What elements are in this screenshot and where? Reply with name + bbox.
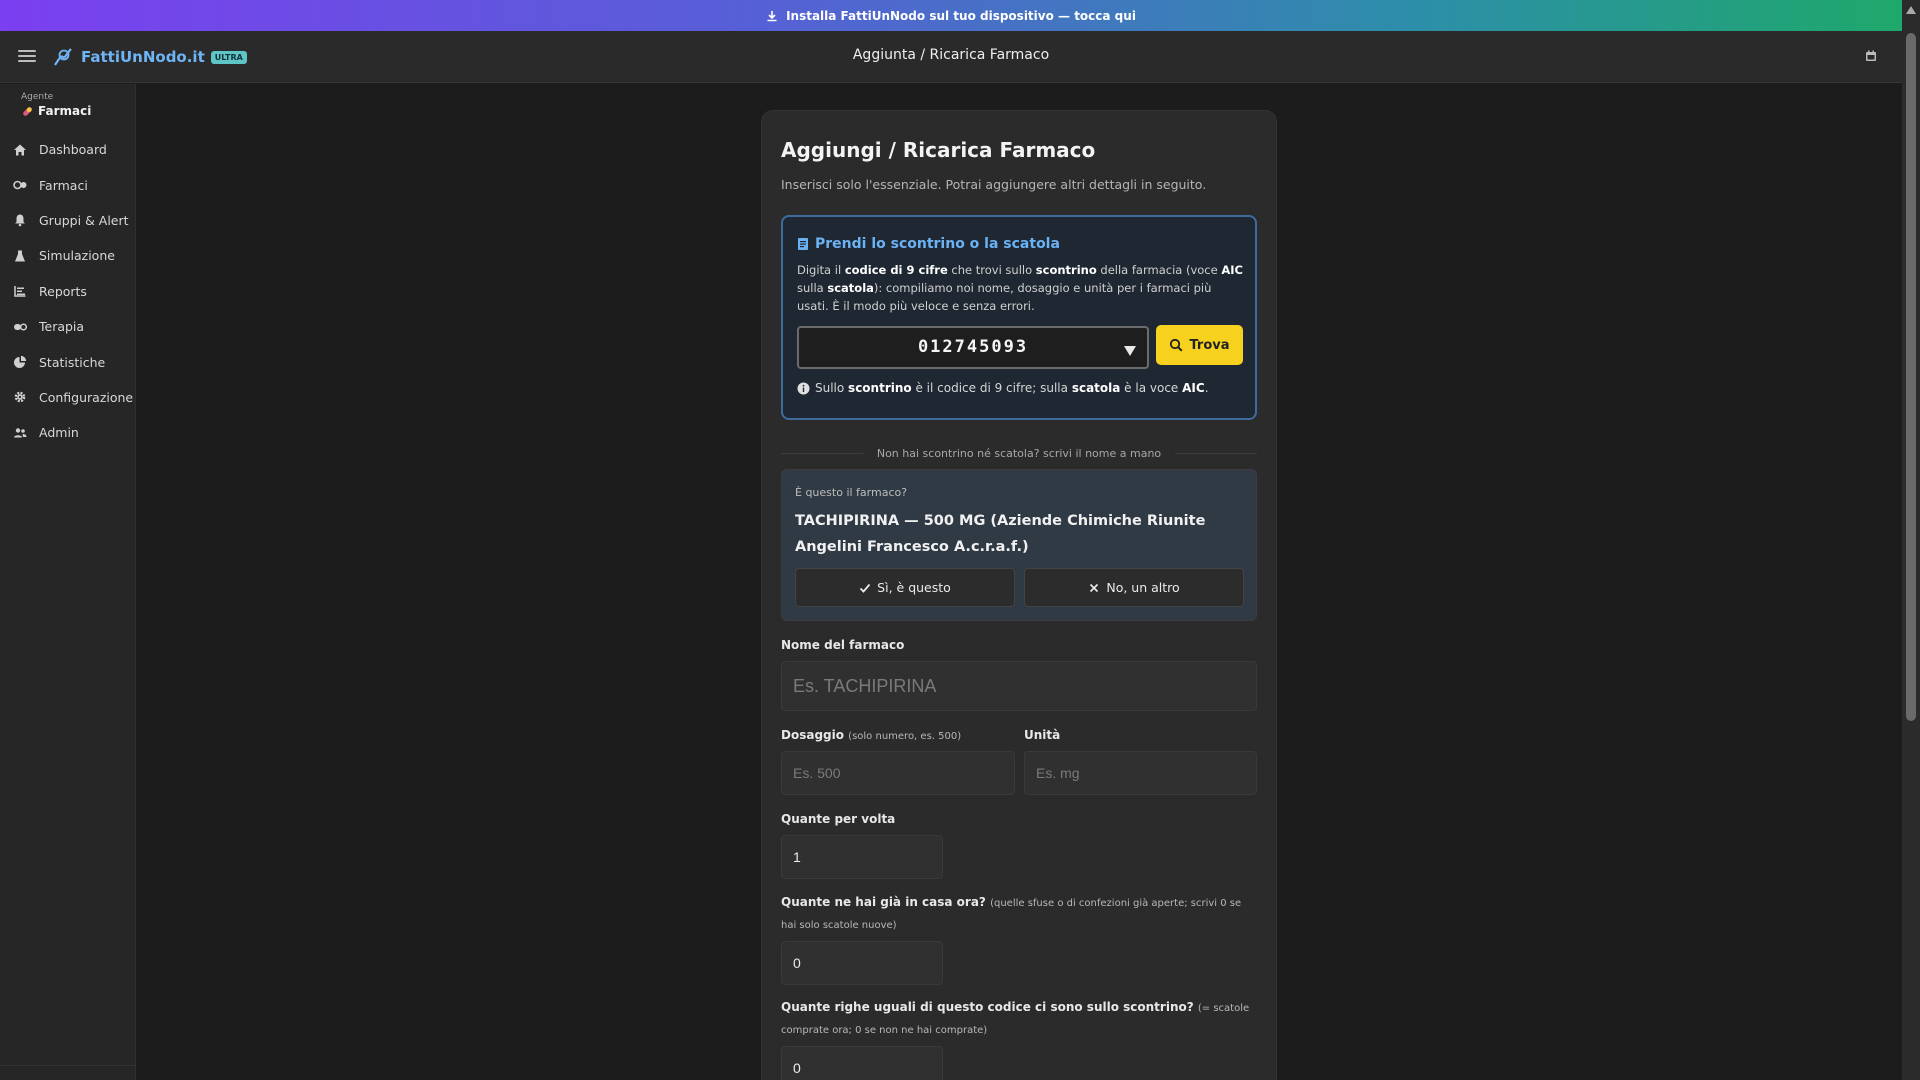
confirm-no-label: No, un altro [1106, 580, 1180, 595]
sidebar-item-farmaci[interactable]: Farmaci [0, 167, 135, 202]
receipt-box-description: Digita il codice di 9 cifre che trovi su… [797, 263, 1243, 313]
agent-value: Farmaci [21, 104, 135, 118]
sidebar-item-label: Configurazione [39, 389, 134, 405]
receipt-lines-input[interactable] [781, 1046, 943, 1080]
sidebar-item-admin[interactable]: Admin [0, 415, 135, 450]
close-icon [1090, 583, 1099, 592]
code-input-value: 012745093 [917, 337, 1029, 357]
top-bar: FattiUnNodo.it ULTRA Aggiunta / Ricarica… [0, 31, 1902, 83]
code-hint: Sullo scontrino è il codice di 9 cifre; … [797, 381, 1209, 395]
sidebar-item-label: Farmaci [39, 177, 88, 193]
page-title: Aggiunta / Ricarica Farmaco [852, 47, 1050, 63]
agent-value-text: Farmaci [38, 104, 92, 118]
receipt-box-title-text: Prendi lo scontrino o la scatola [815, 236, 1060, 252]
receipt-code-box: Prendi lo scontrino o la scatola Digita … [781, 215, 1257, 420]
detected-medicine-name: TACHIPIRINA — 500 MG (Aziende Chimiche R… [795, 513, 1206, 555]
sidebar-item-statistiche[interactable]: Statistiche [0, 344, 135, 379]
sidebar-item-label: Statistiche [39, 354, 106, 370]
per-time-input[interactable] [781, 835, 943, 879]
receipt-lines-label: Quante righe uguali di questo codice ci … [781, 1000, 1250, 1036]
install-banner[interactable]: Installa FattiUnNodo sul tuo dispositivo… [0, 0, 1902, 31]
medicine-confirm-box: È questo il farmaco? TACHIPIRINA — 500 M… [781, 469, 1257, 621]
scroll-thumb[interactable] [1906, 33, 1916, 721]
page-scrollbar[interactable] [1902, 0, 1920, 1080]
form-subtitle: Inserisci solo l'essenziale. Potrai aggi… [781, 177, 1207, 192]
dose-input[interactable] [781, 751, 1015, 795]
pie-chart-icon [14, 355, 27, 369]
unit-label: Unità [1024, 728, 1061, 742]
gear-icon [14, 392, 26, 403]
flask-icon [15, 250, 25, 262]
home-icon [14, 144, 26, 156]
sidebar-item-dashboard[interactable]: Dashboard [0, 132, 135, 167]
sidebar-item-label: Admin [39, 425, 79, 441]
code-input[interactable]: 012745093 [797, 326, 1149, 369]
scroll-up-icon[interactable] [1906, 6, 1916, 14]
confirm-question: È questo il farmaco? [795, 486, 908, 499]
home-stock-input[interactable] [781, 941, 943, 985]
pills-icon [13, 180, 27, 190]
confirm-no-button[interactable]: No, un altro [1024, 568, 1244, 607]
pill-icon [23, 106, 32, 116]
find-button-label: Trova [1189, 337, 1230, 353]
sidebar-item-label: Reports [39, 283, 87, 299]
sidebar-item-terapia[interactable]: Terapia [0, 309, 135, 344]
medicine-name-input[interactable] [781, 661, 1257, 711]
manual-entry-divider-text: Non hai scontrino né scatola? scrivi il … [876, 446, 1162, 460]
sidebar-item-simulazione[interactable]: Simulazione [0, 238, 135, 273]
check-icon [860, 583, 871, 593]
sidebar-item-gruppi-alert[interactable]: Gruppi & Alert [0, 203, 135, 238]
code-hint-text: Sullo scontrino è il codice di 9 cifre; … [815, 381, 1209, 395]
unit-input[interactable] [1024, 751, 1257, 795]
caret-down-icon[interactable] [1124, 346, 1136, 356]
receipt-box-title: Prendi lo scontrino o la scatola [797, 236, 1060, 252]
bell-icon [15, 214, 25, 227]
home-stock-label: Quante ne hai già in casa ora? (quelle s… [781, 895, 1242, 931]
sidebar-item-label: Simulazione [39, 248, 115, 264]
agent-selector[interactable]: Agente Farmaci [0, 84, 135, 118]
sidebar-item-configurazione[interactable]: Configurazione [0, 380, 135, 415]
sidebar-item-label: Terapia [39, 319, 85, 335]
install-banner-text: Installa FattiUnNodo sul tuo dispositivo… [786, 8, 1136, 23]
sidebar-item-reports[interactable]: Reports [0, 274, 135, 309]
confirm-yes-label: Sì, è questo [877, 580, 951, 595]
add-medicine-card: Aggiungi / Ricarica Farmaco Inserisci so… [761, 110, 1277, 1080]
receipt-icon [798, 238, 808, 250]
medicine-name-label: Nome del farmaco [781, 638, 905, 652]
sidebar: Agente Farmaci Dashboard Farmaci Gruppi … [0, 84, 136, 1080]
sidebar-nav: Dashboard Farmaci Gruppi & Alert Simulaz… [0, 132, 135, 451]
calendar-icon[interactable] [1864, 49, 1878, 63]
list-icon [14, 286, 26, 297]
capsule-icon [14, 323, 27, 331]
search-icon [1170, 338, 1183, 352]
users-icon [14, 428, 27, 438]
manual-entry-divider: Non hai scontrino né scatola? scrivi il … [781, 445, 1257, 461]
info-icon [797, 382, 810, 394]
confirm-yes-button[interactable]: Sì, è questo [795, 568, 1015, 607]
sidebar-item-label: Dashboard [39, 142, 107, 158]
find-button[interactable]: Trova [1156, 325, 1243, 365]
dose-label: Dosaggio (solo numero, es. 500) [781, 728, 962, 742]
per-time-label: Quante per volta [781, 812, 896, 826]
sidebar-item-label: Gruppi & Alert [39, 212, 129, 228]
sidebar-footer-divider [0, 1065, 135, 1066]
agent-label: Agente [21, 92, 54, 102]
download-icon [767, 10, 777, 21]
form-title: Aggiungi / Ricarica Farmaco [781, 138, 1096, 162]
